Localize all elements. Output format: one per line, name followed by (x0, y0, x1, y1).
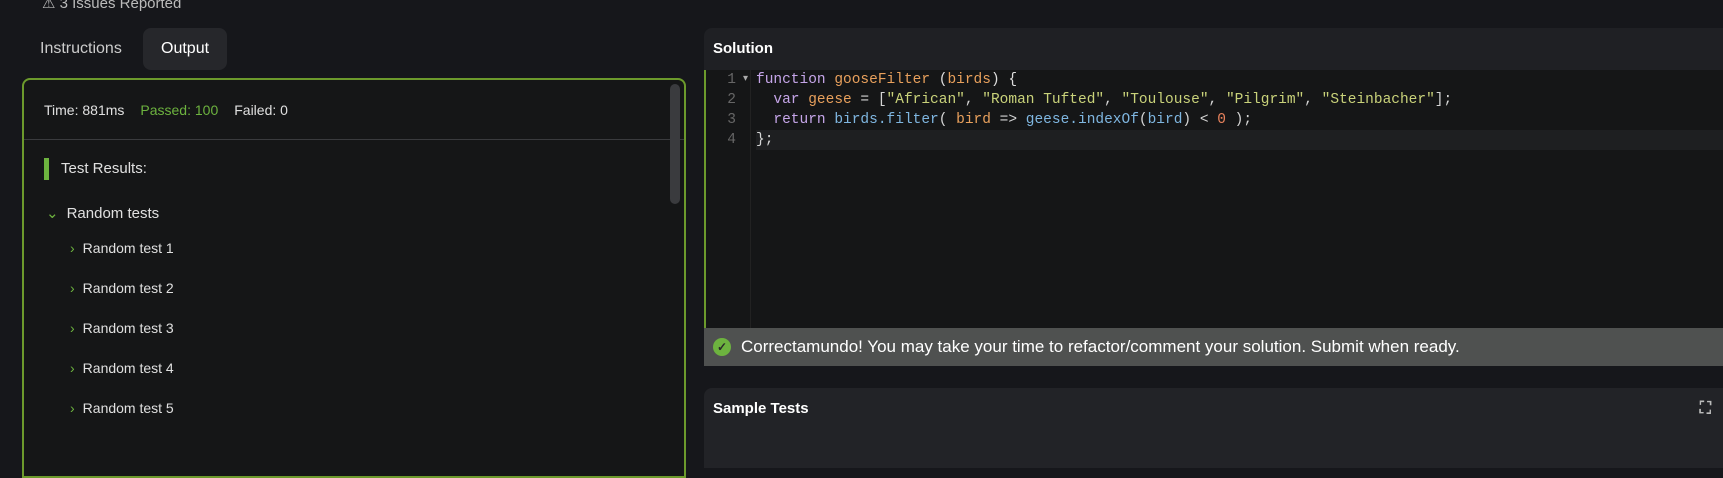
scrollbar[interactable] (670, 84, 680, 204)
solution-panel: Solution 1 2 3 4 function gooseFilter (b… (704, 28, 1723, 366)
passed-count: Passed: 100 (140, 101, 219, 118)
test-label: Random test 1 (82, 240, 174, 256)
test-results-heading: Test Results: (44, 158, 684, 180)
chevron-down-icon: ⌄ (46, 205, 59, 222)
test-stats: Time: 881ms Passed: 100 Failed: 0 (24, 80, 684, 140)
expand-icon[interactable]: ⛶ (1700, 400, 1711, 418)
code-line: function gooseFilter (birds) { (756, 72, 1018, 88)
line-gutter: 1 2 3 4 (706, 70, 751, 328)
chevron-right-icon: › (70, 400, 75, 416)
code-line: var geese = ["African", "Roman Tufted", … (773, 92, 1453, 108)
success-message: ✓ Correctamundo! You may take your time t… (704, 328, 1723, 366)
test-item[interactable]: › Random test 3 (70, 320, 684, 342)
output-panel: Time: 881ms Passed: 100 Failed: 0 Test R… (22, 78, 686, 478)
line-number[interactable]: 1 (706, 70, 750, 90)
failed-count: Failed: 0 (234, 101, 288, 118)
chevron-right-icon: › (70, 360, 75, 376)
time: Time: 881ms (44, 101, 125, 118)
random-tests-group[interactable]: ⌄ Random tests (46, 204, 684, 222)
issues-reported[interactable]: ⚠ 3 Issues Reported (42, 0, 181, 12)
solution-title: Solution (713, 40, 773, 57)
sample-tests-panel: Sample Tests ⛶ (704, 388, 1723, 468)
check-circle-icon: ✓ (713, 338, 731, 356)
code-line: return birds.filter( bird => geese.index… (773, 112, 1253, 128)
issues-label: 3 Issues Reported (59, 0, 182, 12)
line-number: 4 (727, 132, 736, 148)
test-item[interactable]: › Random test 1 (70, 240, 684, 262)
test-item[interactable]: › Random test 4 (70, 360, 684, 382)
test-item[interactable]: › Random test 5 (70, 400, 684, 422)
tab-output[interactable]: Output (143, 28, 228, 70)
chevron-right-icon: › (70, 240, 75, 256)
line-number: 2 (727, 92, 736, 108)
test-label: Random test 2 (82, 280, 174, 296)
chevron-right-icon: › (70, 320, 75, 336)
code-line: }; (756, 130, 1723, 150)
code-editor[interactable]: 1 2 3 4 function gooseFilter (birds) { v… (704, 70, 1723, 328)
tab-instructions[interactable]: Instructions (22, 28, 140, 70)
test-label: Random test 3 (82, 320, 174, 336)
sample-tests-title: Sample Tests (713, 400, 809, 417)
test-label: Random test 4 (82, 360, 174, 376)
test-item[interactable]: › Random test 2 (70, 280, 684, 302)
line-number: 3 (727, 112, 736, 128)
group-label: Random tests (66, 205, 160, 222)
test-label: Random test 5 (82, 400, 174, 416)
message-text: Correctamundo! You may take your time to… (741, 337, 1460, 356)
code-lines[interactable]: function gooseFilter (birds) { var geese… (756, 70, 1723, 150)
chevron-right-icon: › (70, 280, 75, 296)
